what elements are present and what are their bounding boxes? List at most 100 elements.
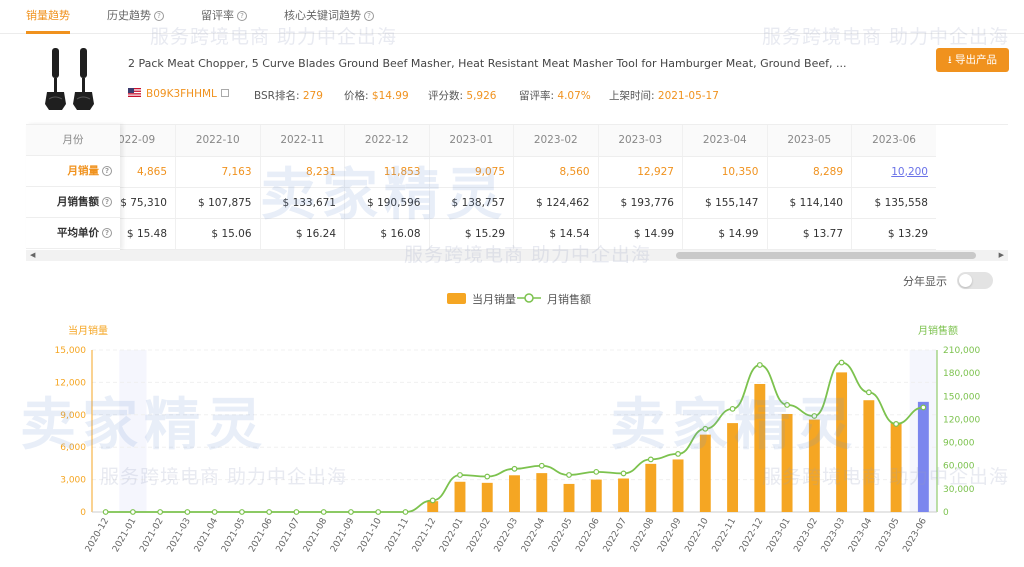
table-cell: $ 124,462	[513, 187, 598, 219]
line-point	[920, 404, 927, 411]
help-icon[interactable]: ?	[102, 166, 112, 176]
help-icon[interactable]: ?	[102, 228, 112, 238]
x-tick-label: 2021-04	[193, 516, 221, 554]
line-point	[429, 497, 436, 504]
table-fixed-column: 月份 月销量? 月销售额? 平均单价?	[26, 124, 120, 250]
legend-swatch-marker	[524, 293, 534, 303]
line-point	[838, 359, 845, 366]
y-tick-right: 180,000	[943, 369, 980, 379]
price: 价格: $14.99	[344, 90, 409, 102]
line-point	[538, 462, 545, 469]
y-tick-left: 0	[80, 508, 86, 518]
bar	[754, 383, 766, 512]
line-point	[129, 509, 136, 515]
row-label-monthly-revenue: 月销售额?	[26, 187, 120, 218]
x-tick-label: 2022-07	[602, 517, 629, 555]
tab-label: 销量趋势	[26, 9, 70, 22]
table-cell: $ 14.99	[597, 218, 683, 250]
line-point	[457, 472, 463, 478]
x-tick-label: 2023-01	[765, 517, 792, 555]
hover-band	[119, 350, 147, 512]
month-header-cell: 2023-05	[766, 125, 852, 157]
legend-swatch-bars	[447, 293, 466, 304]
row-label-monthly-sales: 月销量?	[26, 156, 120, 187]
bar	[836, 372, 848, 512]
table-cell[interactable]: 10,200	[851, 156, 936, 188]
help-icon[interactable]: ?	[237, 11, 247, 21]
bar	[863, 400, 875, 512]
table-cell: 9,075	[428, 156, 514, 188]
table-cell: $ 13.77	[766, 218, 852, 250]
tab-label: 留评率	[201, 9, 234, 22]
table-cell: 8,560	[513, 156, 598, 188]
month-header-cell: 2022-12	[344, 125, 429, 157]
listed-date: 上架时间: 2021-05-17	[609, 90, 719, 102]
line-point	[675, 451, 681, 457]
legend-label: 当月销量	[472, 292, 516, 306]
x-tick-label: 2021-07	[275, 517, 302, 555]
scroll-right-arrow[interactable]: ▶	[999, 250, 1004, 261]
line-point	[184, 509, 191, 515]
table-horizontal-scrollbar[interactable]: ◀ ▶	[26, 250, 1008, 261]
export-product-button[interactable]: ⭳ 导出产品	[936, 48, 1009, 72]
table-cell: $ 16.24	[259, 218, 345, 250]
table-cell: 11,853	[344, 156, 429, 188]
table-cell: $ 14.99	[682, 218, 767, 250]
download-icon: ⭳	[947, 54, 952, 66]
line-point	[756, 362, 763, 368]
table-cell: $ 15.06	[175, 218, 260, 250]
x-tick-label: 2021-03	[166, 517, 193, 555]
y-tick-right: 30,000	[943, 485, 975, 495]
bar	[618, 478, 629, 512]
table-row: $ 68,178$ 75,310$ 107,875$ 133,671$ 190,…	[26, 187, 936, 219]
month-header-cell: 2023-02	[513, 125, 598, 157]
table-cell: $ 190,596	[344, 187, 429, 219]
y-tick-left: 3,000	[60, 476, 86, 486]
help-icon[interactable]: ?	[102, 197, 112, 207]
rating-count: 评分数: 5,926	[428, 90, 497, 102]
line-point	[484, 473, 491, 480]
active-tab-indicator	[26, 31, 70, 34]
line-point	[566, 472, 572, 478]
table-cell: $ 16.08	[344, 218, 429, 250]
line-point	[620, 470, 627, 477]
table-cell: $ 107,875	[175, 187, 260, 219]
row-label-avg-price: 平均单价?	[26, 218, 120, 249]
y-tick-right: 150,000	[943, 392, 980, 402]
product-image[interactable]	[40, 44, 102, 116]
x-tick-label: 2021-11	[384, 517, 411, 555]
bar	[808, 419, 820, 512]
scroll-thumb[interactable]	[676, 252, 976, 259]
help-icon[interactable]: ?	[364, 11, 374, 21]
x-tick-label: 2021-05	[220, 517, 247, 555]
table-cell: $ 135,558	[851, 187, 936, 219]
tab-sales-trend[interactable]: 销量趋势	[26, 7, 70, 23]
bar	[536, 473, 548, 512]
x-tick-label: 2022-10	[683, 516, 711, 554]
y-tick-left: 15,000	[55, 346, 87, 356]
line-point	[784, 402, 790, 408]
line-point	[293, 509, 300, 515]
x-tick-label: 2022-09	[656, 516, 684, 554]
table-header-row: 2022-082022-092022-102022-112022-122023-…	[26, 125, 936, 157]
line-point	[211, 509, 218, 515]
asin-link[interactable]: B09K3FHHML	[146, 88, 229, 100]
external-link-icon[interactable]	[220, 89, 229, 97]
tab-keyword-trend[interactable]: 核心关键词趋势?	[284, 7, 374, 23]
x-tick-label: 2022-08	[629, 516, 657, 554]
tab-review-rate[interactable]: 留评率?	[201, 7, 247, 23]
scroll-left-arrow[interactable]: ◀	[30, 250, 35, 261]
help-icon[interactable]: ?	[154, 11, 164, 21]
table-row: $ 15.29$ 15.48$ 15.06$ 16.24$ 16.08$ 15.…	[26, 218, 936, 250]
tab-history-trend[interactable]: 历史趋势?	[107, 7, 164, 23]
line-point	[320, 509, 327, 515]
product-title[interactable]: 2 Pack Meat Chopper, 5 Curve Blades Grou…	[128, 57, 846, 70]
line-point	[102, 509, 109, 515]
y-tick-right: 60,000	[943, 462, 975, 472]
y-tick-left: 6,000	[60, 443, 86, 453]
month-header-cell: 2022-11	[259, 125, 345, 157]
month-header-cell: 2023-06	[851, 125, 936, 157]
x-tick-label: 2021-12	[411, 517, 438, 555]
legend-label: 月销售额	[547, 292, 591, 306]
y-tick-right: 90,000	[943, 439, 975, 449]
